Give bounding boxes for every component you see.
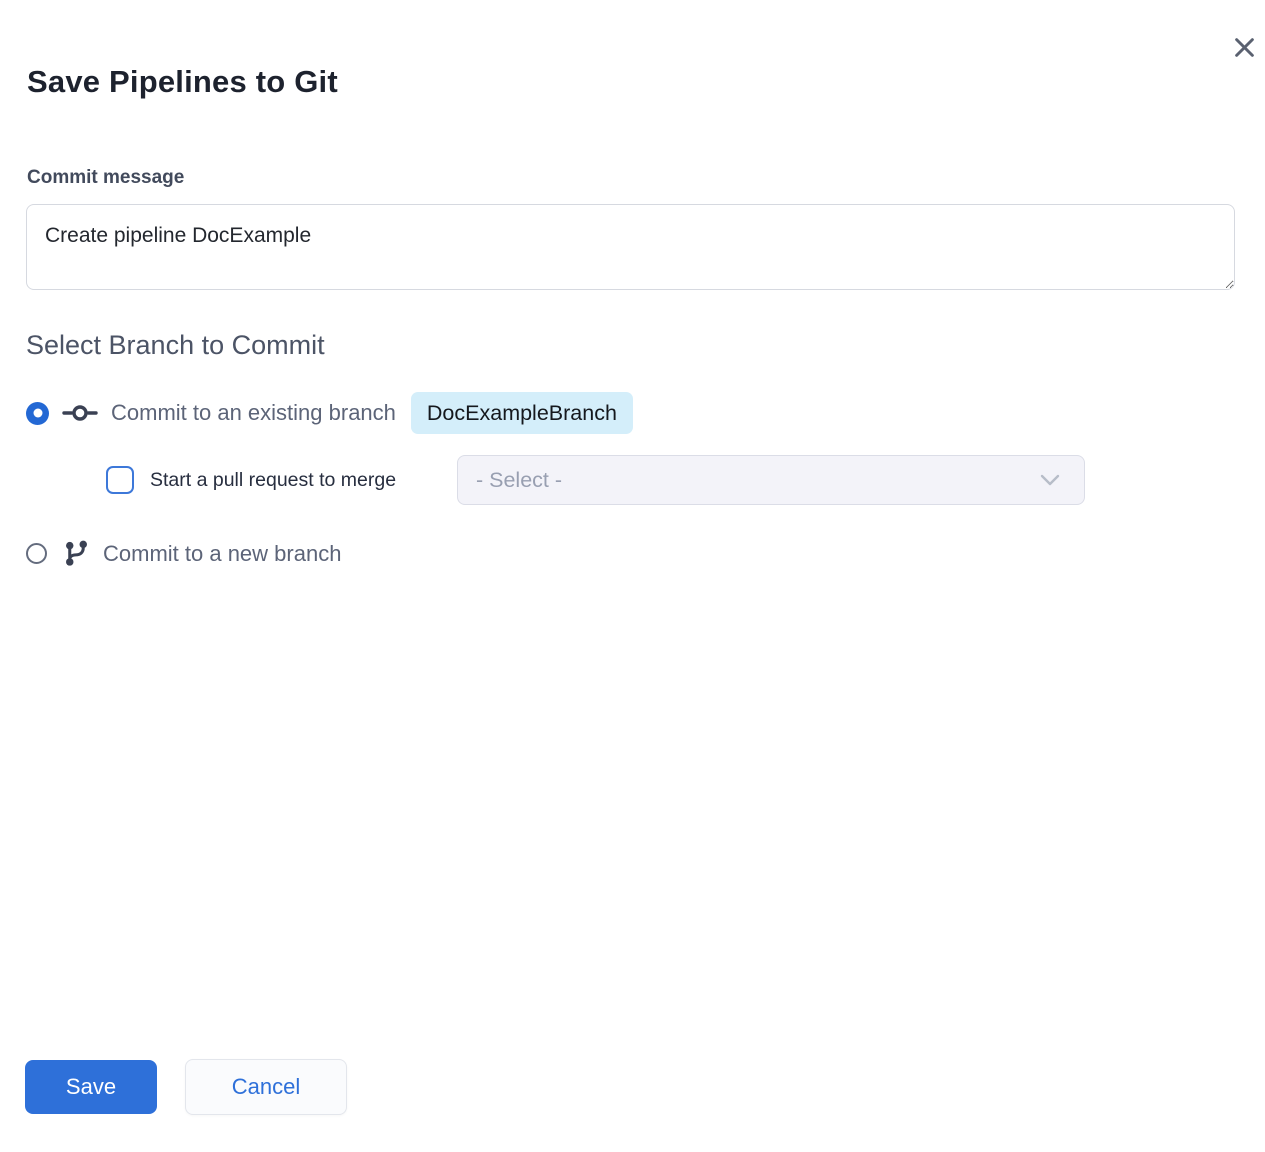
pull-request-checkbox[interactable] [106, 466, 134, 494]
close-button[interactable] [1227, 30, 1261, 64]
commit-message-label: Commit message [27, 167, 184, 189]
save-button[interactable]: Save [25, 1060, 157, 1114]
git-commit-icon [62, 400, 98, 426]
existing-branch-label[interactable]: Commit to an existing branch [111, 400, 396, 426]
pull-request-label[interactable]: Start a pull request to merge [150, 469, 396, 492]
git-branch-icon [63, 538, 90, 569]
merge-branch-select-value: - Select - [476, 468, 1040, 493]
new-branch-radio[interactable] [26, 543, 47, 564]
branch-badge[interactable]: DocExampleBranch [411, 392, 633, 434]
close-icon [1231, 34, 1258, 61]
existing-branch-radio[interactable] [26, 402, 49, 425]
save-pipelines-modal: Save Pipelines to Git Commit message Cre… [0, 0, 1265, 1152]
select-branch-heading: Select Branch to Commit [26, 330, 325, 361]
new-branch-label[interactable]: Commit to a new branch [103, 541, 341, 567]
cancel-button[interactable]: Cancel [185, 1059, 347, 1115]
commit-message-input[interactable]: Create pipeline DocExample [26, 204, 1235, 290]
chevron-down-icon [1040, 474, 1060, 486]
pull-request-row: Start a pull request to merge - Select - [0, 455, 1265, 505]
page-title: Save Pipelines to Git [27, 64, 338, 100]
merge-branch-select[interactable]: - Select - [457, 455, 1085, 505]
pull-request-check-group: Start a pull request to merge [106, 455, 396, 505]
existing-branch-row: Commit to an existing branch DocExampleB… [26, 392, 633, 434]
new-branch-row: Commit to a new branch [26, 537, 341, 570]
